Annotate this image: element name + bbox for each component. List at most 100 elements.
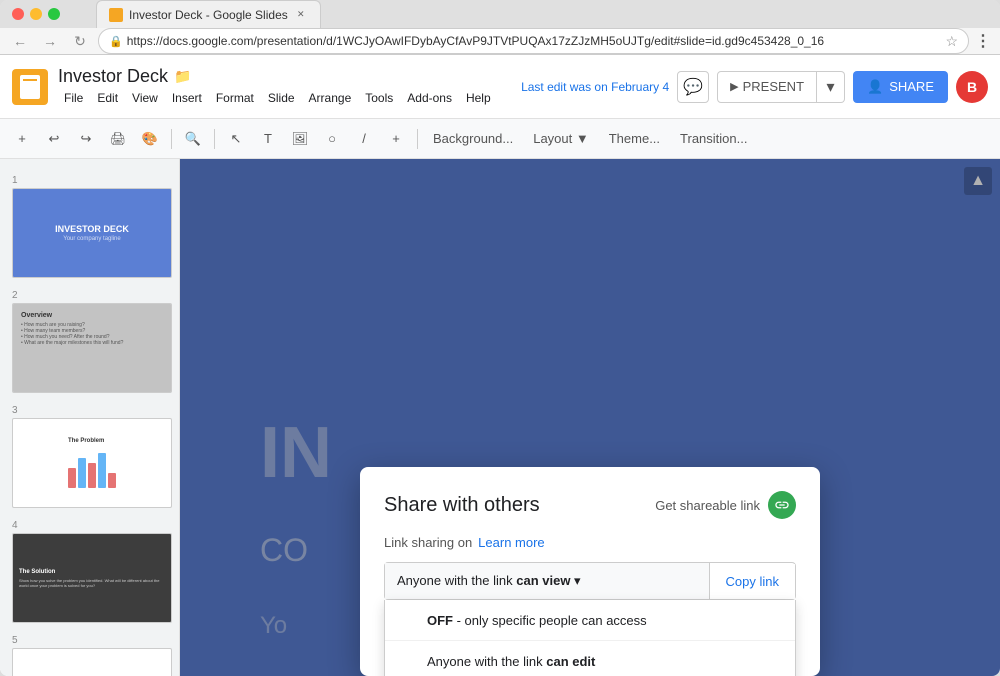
slide-num-3: 3 [12, 405, 167, 416]
learn-more-link[interactable]: Learn more [478, 535, 544, 550]
menu-slide[interactable]: Slide [262, 89, 301, 107]
secure-icon: 🔒 [109, 35, 123, 48]
background-button[interactable]: Background... [425, 125, 521, 153]
text-tool[interactable]: T [254, 125, 282, 153]
maximize-button[interactable] [48, 8, 60, 20]
address-text: https://docs.google.com/presentation/d/1… [127, 34, 942, 48]
last-edit-text: Last edit was on February 4 [521, 80, 669, 94]
line-tool[interactable]: / [350, 125, 378, 153]
close-button[interactable] [12, 8, 24, 20]
shape-tool[interactable]: ○ [318, 125, 346, 153]
slide-thumb-1[interactable]: 1 INVESTOR DECK Your company tagline [8, 171, 171, 282]
slides-logo-shape [20, 75, 40, 99]
tab-title: Investor Deck - Google Slides [129, 8, 288, 22]
present-label: PRESENT [743, 79, 804, 94]
present-btn-group: ▶ PRESENT ▾ [717, 71, 845, 103]
tab-favicon [109, 8, 123, 22]
slide-1-title: INVESTOR DECK [55, 224, 129, 234]
minimize-button[interactable] [30, 8, 42, 20]
slide-preview-3: The Problem [12, 418, 172, 508]
get-link-label: Get shareable link [655, 498, 760, 513]
layout-button[interactable]: Layout ▼ [525, 125, 597, 153]
print-button[interactable]: 🖨 [104, 125, 132, 153]
slide-num-5: 5 [12, 635, 167, 646]
slides-panel: 1 INVESTOR DECK Your company tagline 2 O… [0, 159, 180, 676]
menu-view[interactable]: View [126, 89, 164, 107]
slide-thumb-2[interactable]: 2 Overview • How much are you raising?• … [8, 286, 171, 397]
link-sharing-row: Link sharing on Learn more [384, 535, 796, 550]
browser-tab[interactable]: Investor Deck - Google Slides ✕ [96, 0, 321, 28]
dropdown-select-button[interactable]: Anyone with the link can view ▾ [385, 563, 710, 599]
theme-button[interactable]: Theme... [601, 125, 668, 153]
slide-thumb-5[interactable]: 5 Why now? Lorem ipsum dolor sit amet, c… [8, 631, 171, 676]
image-tool[interactable]: 🖼 [286, 125, 314, 153]
slide-num-1: 1 [12, 175, 167, 186]
slide-preview-4: The Solution Show how you solve the prob… [12, 533, 172, 623]
menu-addons[interactable]: Add-ons [401, 89, 458, 107]
chat-button[interactable]: 💬 [677, 71, 709, 103]
folder-icon[interactable]: 📁 [174, 68, 191, 85]
modal-header: Share with others Get shareable link [384, 491, 796, 519]
slide-num-2: 2 [12, 290, 167, 301]
menu-format[interactable]: Format [210, 89, 260, 107]
present-dropdown-icon[interactable]: ▾ [817, 71, 845, 103]
bar-3 [88, 463, 96, 488]
last-edit-link[interactable]: Last edit was on February 4 [521, 80, 669, 94]
forward-button[interactable]: → [38, 29, 62, 53]
slide-preview-1: INVESTOR DECK Your company tagline [12, 188, 172, 278]
link-sharing-label: Link sharing on [384, 535, 472, 550]
menu-arrange[interactable]: Arrange [303, 89, 358, 107]
share-label: SHARE [889, 79, 934, 94]
bookmark-icon[interactable]: ☆ [945, 33, 958, 50]
copy-link-button[interactable]: Copy link [710, 564, 795, 599]
dropdown-menu: OFF - only specific people can access An… [384, 600, 796, 676]
theme-label: Theme... [609, 131, 660, 146]
menu-file[interactable]: File [58, 89, 89, 107]
menu-insert[interactable]: Insert [166, 89, 208, 107]
doc-title[interactable]: Investor Deck [58, 66, 168, 87]
toolbar-separator-1 [171, 129, 172, 149]
address-input[interactable]: 🔒 https://docs.google.com/presentation/d… [98, 28, 969, 54]
refresh-button[interactable]: ↻ [68, 29, 92, 53]
link-icon[interactable] [768, 491, 796, 519]
transition-button[interactable]: Transition... [672, 125, 755, 153]
slide-3-left: The Problem [68, 438, 116, 488]
insert-btn[interactable]: + [382, 125, 410, 153]
check-icon-edit [401, 653, 417, 669]
transition-label: Transition... [680, 131, 747, 146]
menu-help[interactable]: Help [460, 89, 497, 107]
canvas-area: IN CO Yo ▲ Share with others Get shareab… [180, 159, 1000, 676]
select-tool[interactable]: ↖ [222, 125, 250, 153]
toolbar-separator-3 [417, 129, 418, 149]
paint-button[interactable]: 🎨 [136, 125, 164, 153]
dropdown-current-text: Anyone with the link can view ▾ [397, 573, 697, 589]
menu-bar: File Edit View Insert Format Slide Arran… [58, 89, 497, 107]
app-content: Investor Deck 📁 File Edit View Insert Fo… [0, 55, 1000, 676]
redo-button[interactable]: ↪ [72, 125, 100, 153]
modal-overlay: Share with others Get shareable link [180, 159, 1000, 676]
slide-preview-2: Overview • How much are you raising?• Ho… [12, 303, 172, 393]
header-right: Last edit was on February 4 💬 ▶ PRESENT … [521, 71, 988, 103]
present-button[interactable]: ▶ PRESENT [717, 71, 817, 103]
menu-tools[interactable]: Tools [359, 89, 399, 107]
slide-2-title: Overview [21, 312, 52, 319]
bar-1 [68, 468, 76, 488]
slide-thumb-4[interactable]: 4 The Solution Show how you solve the pr… [8, 516, 171, 627]
undo-button[interactable]: ↩ [40, 125, 68, 153]
share-button[interactable]: 👤 SHARE [853, 71, 948, 103]
slide-4-title: The Solution [19, 569, 165, 575]
slide-thumb-3[interactable]: 3 The Problem [8, 401, 171, 512]
modal-title: Share with others [384, 494, 540, 517]
slides-header: Investor Deck 📁 File Edit View Insert Fo… [0, 55, 1000, 119]
tab-close-icon[interactable]: ✕ [294, 8, 308, 22]
dropdown-item-edit[interactable]: Anyone with the link can edit [385, 641, 795, 676]
avatar-letter: B [967, 79, 977, 95]
add-slide-button[interactable]: + [8, 125, 36, 153]
zoom-button[interactable]: 🔍 [179, 125, 207, 153]
browser-menu-icon[interactable]: ⋮ [975, 31, 992, 51]
dropdown-item-off[interactable]: OFF - only specific people can access [385, 600, 795, 641]
menu-edit[interactable]: Edit [91, 89, 124, 107]
back-button[interactable]: ← [8, 29, 32, 53]
user-avatar[interactable]: B [956, 71, 988, 103]
item-text-edit: Anyone with the link can edit [427, 654, 595, 669]
